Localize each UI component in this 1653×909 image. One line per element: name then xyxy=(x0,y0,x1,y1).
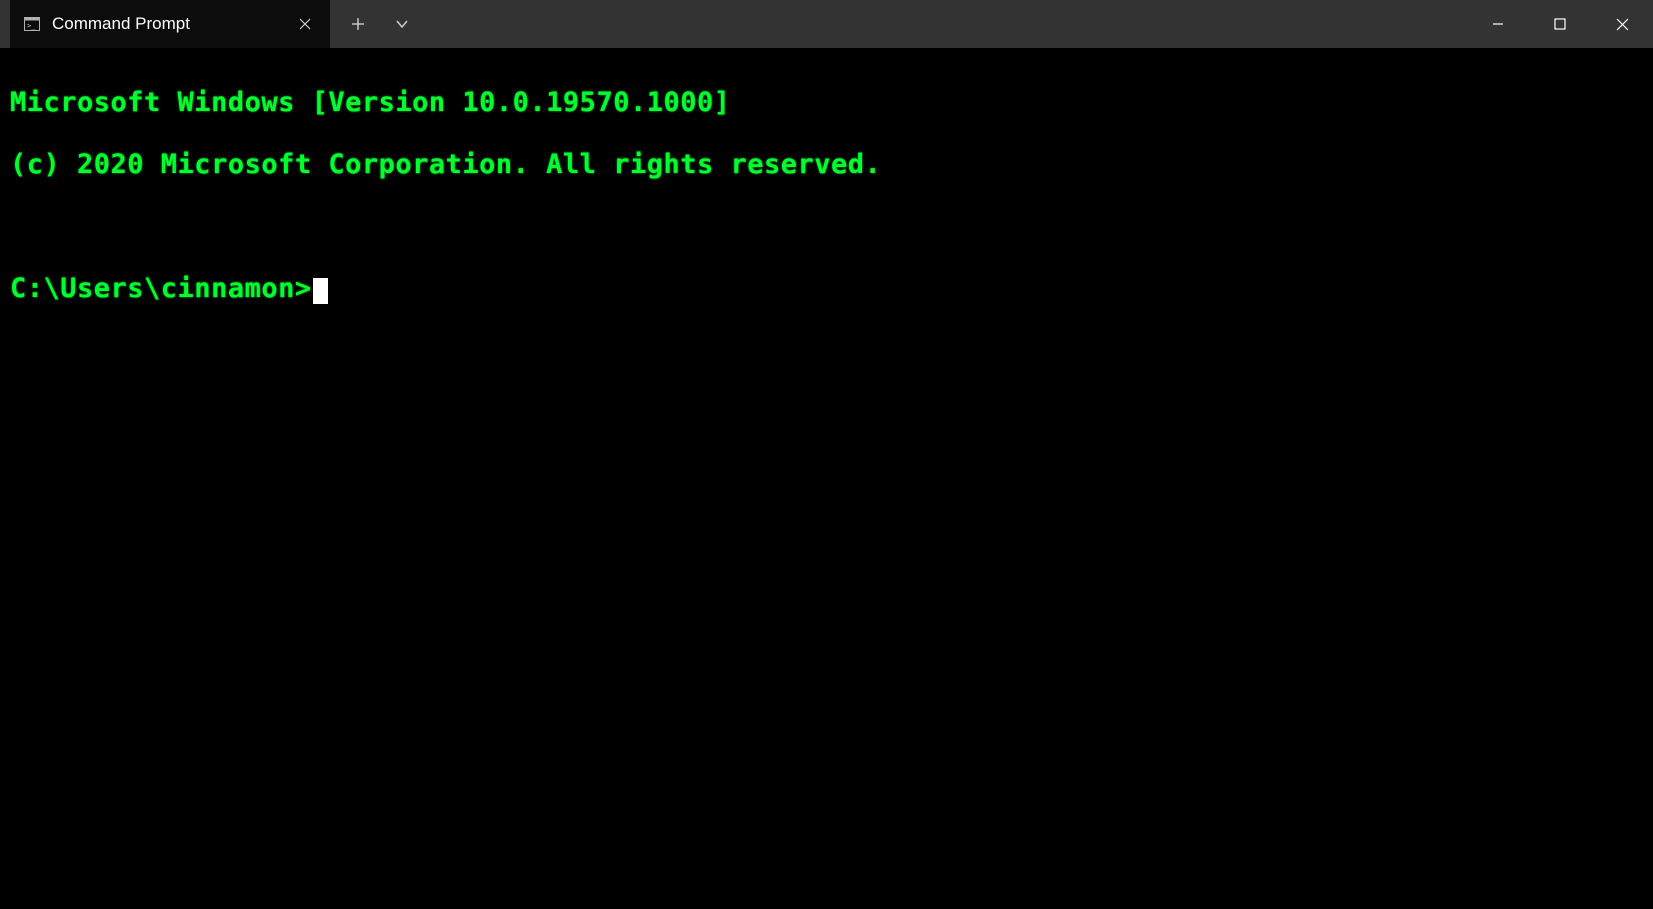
tab-strip: >_ Command Prompt xyxy=(0,0,424,48)
minimize-button[interactable] xyxy=(1467,0,1529,48)
chevron-down-icon xyxy=(395,17,409,31)
terminal-line: Microsoft Windows [Version 10.0.19570.10… xyxy=(10,87,1643,118)
terminal-output[interactable]: Microsoft Windows [Version 10.0.19570.10… xyxy=(0,48,1653,909)
maximize-icon xyxy=(1554,18,1566,30)
tab-actions xyxy=(330,0,424,48)
terminal-prompt-line: C:\Users\cinnamon> xyxy=(10,273,1643,304)
maximize-button[interactable] xyxy=(1529,0,1591,48)
close-icon xyxy=(1616,18,1629,31)
tab-dropdown-button[interactable] xyxy=(380,0,424,48)
titlebar-drag-area[interactable] xyxy=(424,0,1467,48)
terminal-prompt: C:\Users\cinnamon> xyxy=(10,273,312,304)
new-tab-button[interactable] xyxy=(336,0,380,48)
terminal-icon: >_ xyxy=(24,17,40,31)
close-window-button[interactable] xyxy=(1591,0,1653,48)
tab-title: Command Prompt xyxy=(52,14,278,34)
tab-command-prompt[interactable]: >_ Command Prompt xyxy=(10,0,330,48)
minimize-icon xyxy=(1492,18,1504,30)
svg-text:>_: >_ xyxy=(27,22,36,30)
terminal-cursor xyxy=(313,278,328,304)
window-controls xyxy=(1467,0,1653,48)
terminal-line: (c) 2020 Microsoft Corporation. All righ… xyxy=(10,149,1643,180)
tab-close-button[interactable] xyxy=(290,9,320,39)
terminal-blank-line xyxy=(10,211,1643,242)
titlebar: >_ Command Prompt xyxy=(0,0,1653,48)
close-icon xyxy=(299,18,311,30)
plus-icon xyxy=(351,17,365,31)
